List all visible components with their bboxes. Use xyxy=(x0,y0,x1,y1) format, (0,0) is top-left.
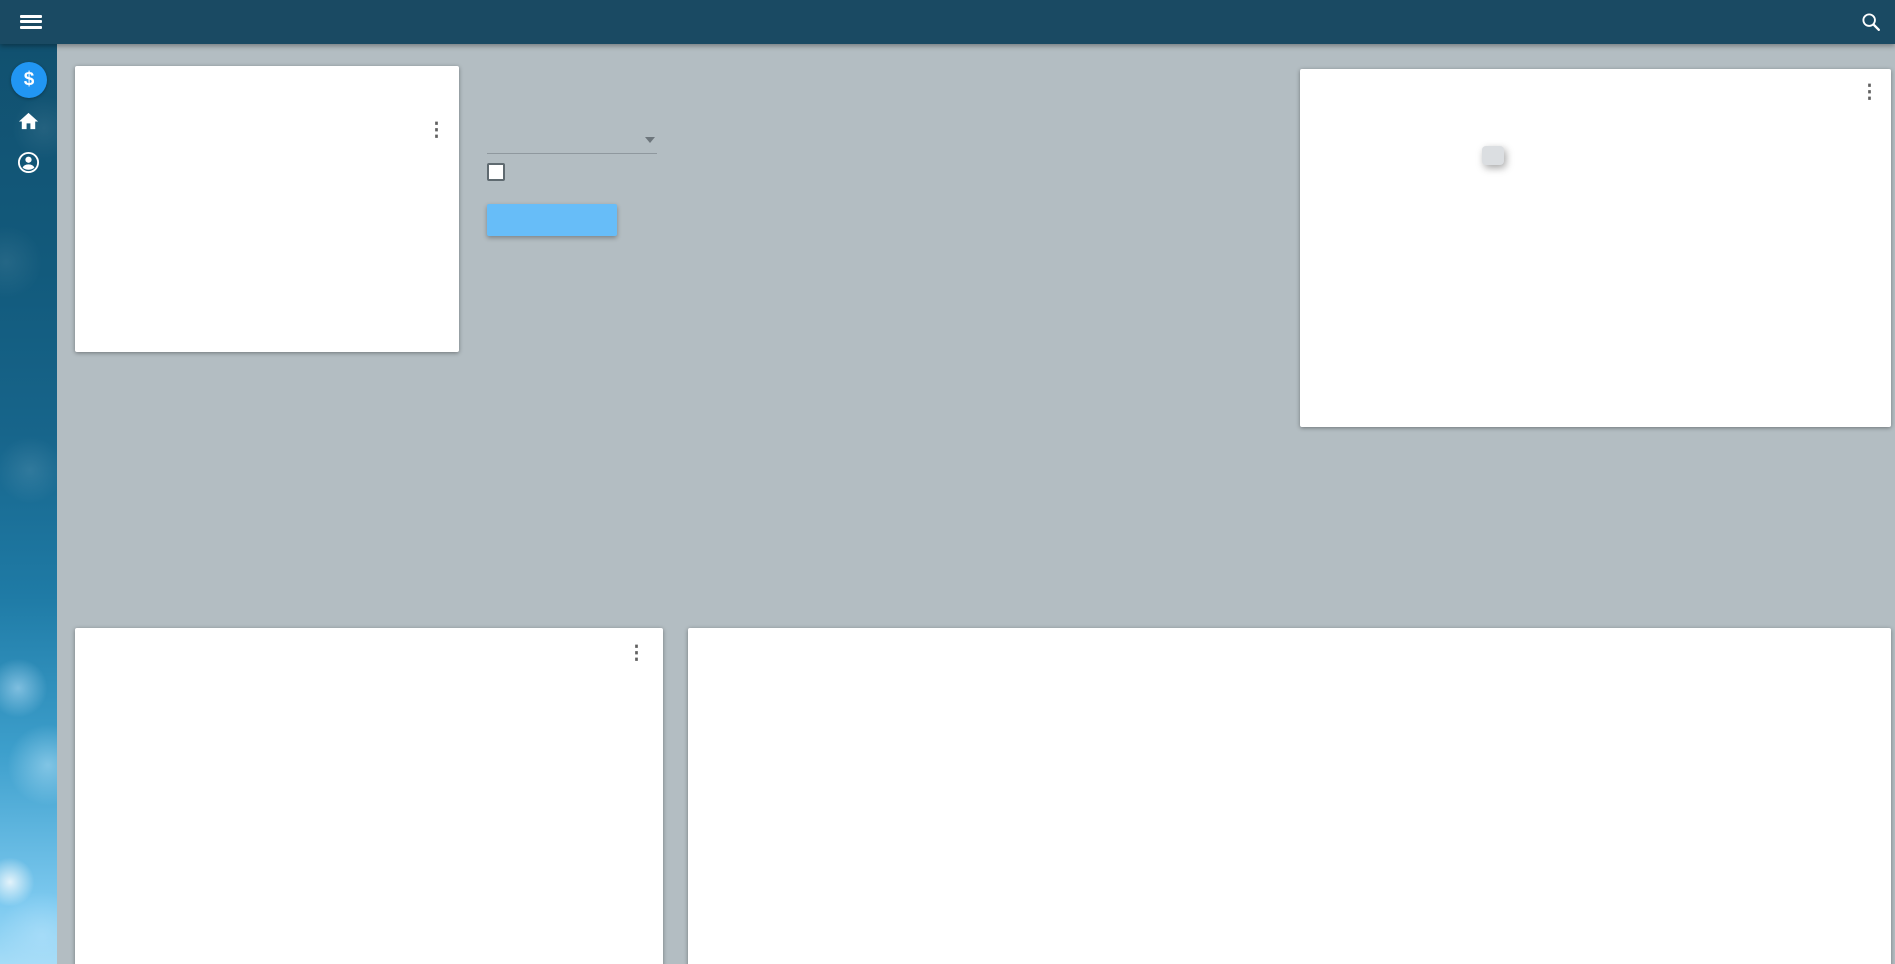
chart-card: ⋮ xyxy=(75,66,459,352)
dollar-icon[interactable]: $ xyxy=(11,62,47,98)
person-icon[interactable] xyxy=(16,150,41,180)
fit-card xyxy=(688,628,1891,964)
select-next-button[interactable] xyxy=(487,204,617,236)
x-axis-labels xyxy=(165,279,455,329)
search-icon[interactable] xyxy=(1860,11,1882,33)
donut-card: ⋮ xyxy=(75,628,663,964)
kebab-menu-icon[interactable]: ⋮ xyxy=(427,122,446,140)
donut-chart xyxy=(121,710,361,950)
hamburger-menu-icon[interactable] xyxy=(20,15,42,29)
line-chart-plot xyxy=(165,201,455,281)
funnel-tooltip xyxy=(1482,146,1504,165)
sidebar-background xyxy=(0,0,57,964)
checkbox-icon[interactable] xyxy=(487,163,505,181)
top-navbar xyxy=(0,0,1895,44)
chevron-down-icon xyxy=(645,137,655,143)
kebab-menu-icon[interactable]: ⋮ xyxy=(627,645,646,663)
app-root: $ ⋮ xyxy=(0,0,1895,964)
funnel-chart xyxy=(1300,69,1891,427)
funnel-card: ⋮ xyxy=(1300,69,1891,427)
home-icon[interactable] xyxy=(17,110,40,138)
chart-select-dropdown[interactable] xyxy=(487,129,657,154)
donut-center-text xyxy=(161,814,321,818)
